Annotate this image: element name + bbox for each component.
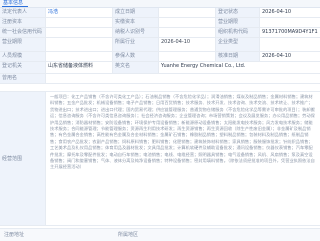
info-row: 人员规模 参保人数 核准日期 2026-04-10 [0, 52, 320, 62]
bottom-row: 注册地址 所属地区 [0, 228, 320, 241]
former-name-value [46, 74, 320, 83]
business-scope-row: 经营范围 一般项目：化工产品销售（不含许可类化工产品）；石油制品销售（不含危险化… [0, 92, 320, 226]
field-label: 营业期限 [0, 38, 46, 51]
field-label: 注册资本 [0, 18, 46, 27]
field-value [159, 18, 216, 27]
field-value [46, 18, 113, 27]
business-scope-text: 一般项目：化工产品销售（不含许可类化工产品）；石油制品销售（不含危险化学品）；润… [46, 92, 320, 225]
legal-rep-link[interactable]: 冯浩 [46, 8, 113, 17]
field-label: 纳税人识别号 [113, 28, 159, 37]
field-value [159, 28, 216, 37]
field-label: 成立日期 [113, 8, 159, 17]
tab-basic-info[interactable]: 基本信息 [2, 0, 28, 7]
field-value: 2026-04-10 [260, 8, 320, 17]
field-label: 法定代表人 [0, 8, 46, 17]
field-label: 核准日期 [216, 52, 260, 61]
info-row: 统一社会信用代码 纳税人识别号 组织机构代码 91371700MA9D4Y1F1 [0, 28, 320, 38]
info-row: 注册资本 实缴资本 营业期限 [0, 18, 320, 28]
info-row [0, 84, 320, 92]
field-label: 注册地址 [4, 232, 25, 238]
field-label: 营业期限 [216, 18, 260, 27]
field-value [159, 52, 216, 61]
info-row: 法定代表人 冯浩 成立日期 登记状态 2026-04-10 [0, 8, 320, 18]
tab-bar: 基本信息 [0, 0, 320, 8]
field-value [46, 52, 113, 61]
field-value [159, 8, 216, 17]
address-row [0, 84, 320, 91]
field-label: 统一社会信用代码 [0, 28, 46, 37]
field-label: 人员规模 [0, 52, 46, 61]
field-value [46, 38, 113, 51]
field-label: 所属行业 [113, 38, 159, 51]
field-label: 经营范围 [0, 92, 46, 225]
info-row: 登记机关 山东省储备液体燃料 英文名 Yuanhe Energy Chemica… [0, 62, 320, 74]
credit-code-value: 91371700MA9D4Y1F1 [260, 28, 320, 37]
field-label: 登记机关 [0, 62, 46, 73]
field-label: 曾用名 [0, 74, 46, 83]
english-name-value: Yuanhe Energy Chemical Co., Ltd. [159, 62, 320, 73]
business-scope-label: 经营范围 [2, 156, 23, 162]
field-label: 所属地区 [118, 232, 139, 238]
info-row: 营业期限 所属行业 2026-04-10 企业类型 [0, 38, 320, 52]
field-value: 山东省储备液体燃料 [46, 62, 113, 73]
field-value: 2026-04-10 [260, 52, 320, 61]
field-label: 实缴资本 [113, 18, 159, 27]
field-value [46, 28, 113, 37]
info-row: 曾用名 [0, 74, 320, 84]
field-label: 英文名 [113, 62, 159, 73]
field-value: 2026-04-10 [159, 38, 216, 51]
field-value [260, 38, 320, 51]
field-label: 组织机构代码 [216, 28, 260, 37]
field-value [260, 18, 320, 27]
field-label: 参保人数 [113, 52, 159, 61]
field-label: 企业类型 [216, 38, 260, 51]
field-label: 登记状态 [216, 8, 260, 17]
